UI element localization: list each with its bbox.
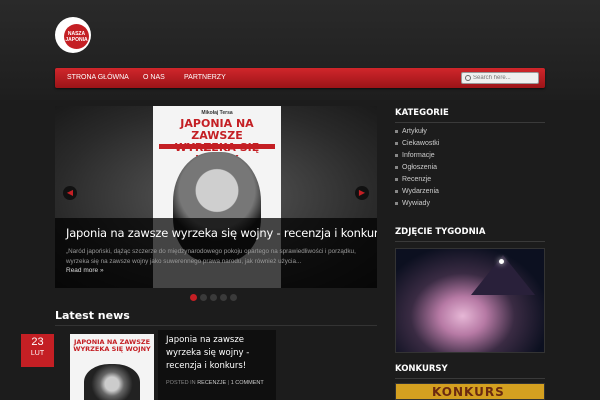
- thumbnail-book-title: JAPONIA NA ZAWSZE WYRZEKA SIĘ WOJNY: [73, 338, 151, 353]
- bullet-icon: [395, 177, 398, 181]
- nav-item-home[interactable]: STRONA GŁÓWNA: [67, 68, 129, 88]
- bullet-icon: [395, 165, 398, 169]
- contests-heading: Konkursy: [395, 364, 448, 374]
- meta-comments-link[interactable]: 1 COMMENT: [231, 380, 264, 386]
- slider-dot-3[interactable]: [210, 294, 217, 301]
- featured-slider: Mikołaj Tersa JAPONIA NA ZAWSZE WYRZEKA …: [55, 106, 377, 288]
- photo-of-week-image[interactable]: [395, 248, 545, 353]
- contest-banner-text: KONKURS: [432, 385, 505, 399]
- bullet-icon: [395, 129, 398, 133]
- category-item[interactable]: Recenzje: [395, 176, 431, 183]
- post-date-day: 23: [31, 336, 44, 348]
- slider-dot-1[interactable]: [190, 294, 197, 301]
- photo-of-week-heading: Zdjęcie tygodnia: [395, 227, 486, 237]
- category-item[interactable]: Informacje: [395, 152, 435, 159]
- post-thumbnail[interactable]: JAPONIA NA ZAWSZE WYRZEKA SIĘ WOJNY: [70, 334, 154, 400]
- category-item[interactable]: Artykuły: [395, 128, 427, 135]
- news-meta: POSTED IN RECENZJE | 1 COMMENT: [166, 380, 264, 386]
- category-item[interactable]: Wywiady: [395, 200, 430, 207]
- search-input[interactable]: [473, 73, 537, 83]
- nav-item-partners[interactable]: PARTNERZY: [184, 68, 226, 88]
- category-item[interactable]: Ciekawostki: [395, 140, 439, 147]
- slider-dot-5[interactable]: [230, 294, 237, 301]
- latest-news-heading: Latest news: [55, 309, 130, 322]
- news-item: Japonia na zawsze wyrzeka się wojny - re…: [158, 330, 276, 400]
- next-arrow-icon[interactable]: ▶: [355, 186, 369, 200]
- book-subtitle-bar: [159, 144, 275, 149]
- news-title-link[interactable]: Japonia na zawsze wyrzeka się wojny - re…: [166, 334, 274, 373]
- meta-category-link[interactable]: RECENZJE: [197, 380, 226, 386]
- bullet-icon: [395, 141, 398, 145]
- bullet-icon: [395, 153, 398, 157]
- logo-text-line2: JAPONIA: [65, 37, 88, 43]
- photo-divider: [395, 241, 545, 242]
- categories-divider: [395, 122, 545, 123]
- slide-caption: Japonia na zawsze wyrzeka się wojny - re…: [55, 218, 377, 288]
- book-author: Mikołaj Tersa: [201, 110, 233, 116]
- book-title-line1: JAPONIA NA ZAWSZE: [180, 117, 254, 142]
- slide-excerpt: „Naród japoński, dążąc szczerze do międz…: [66, 248, 356, 265]
- post-date-month: LUT: [30, 350, 45, 357]
- search-icon: [465, 75, 471, 81]
- light-glow: [499, 259, 504, 264]
- categories-heading: Kategorie: [395, 108, 449, 118]
- slider-dot-2[interactable]: [200, 294, 207, 301]
- contest-banner-image[interactable]: KONKURS: [395, 383, 545, 400]
- slide-title[interactable]: Japonia na zawsze wyrzeka się wojny - re…: [66, 226, 377, 240]
- bullet-icon: [395, 189, 398, 193]
- meta-separator: |: [227, 380, 230, 386]
- slider-dot-4[interactable]: [220, 294, 227, 301]
- prev-arrow-icon[interactable]: ◀: [63, 186, 77, 200]
- category-item[interactable]: Wydarzenia: [395, 188, 439, 195]
- category-item[interactable]: Ogłoszenia: [395, 164, 437, 171]
- logo-emblem: NASZA JAPONIA: [64, 24, 89, 49]
- nav-item-about[interactable]: O NAS: [143, 68, 165, 88]
- search-box: [461, 72, 539, 84]
- post-date-badge: 23 LUT: [21, 334, 54, 367]
- bullet-icon: [395, 201, 398, 205]
- latest-news-divider: [55, 325, 377, 326]
- thumbnail-graphic: [84, 364, 140, 400]
- meta-prefix: POSTED IN: [166, 380, 196, 386]
- site-logo[interactable]: NASZA JAPONIA: [55, 17, 91, 53]
- contests-divider: [395, 378, 545, 379]
- read-more-link[interactable]: Read more »: [66, 267, 104, 274]
